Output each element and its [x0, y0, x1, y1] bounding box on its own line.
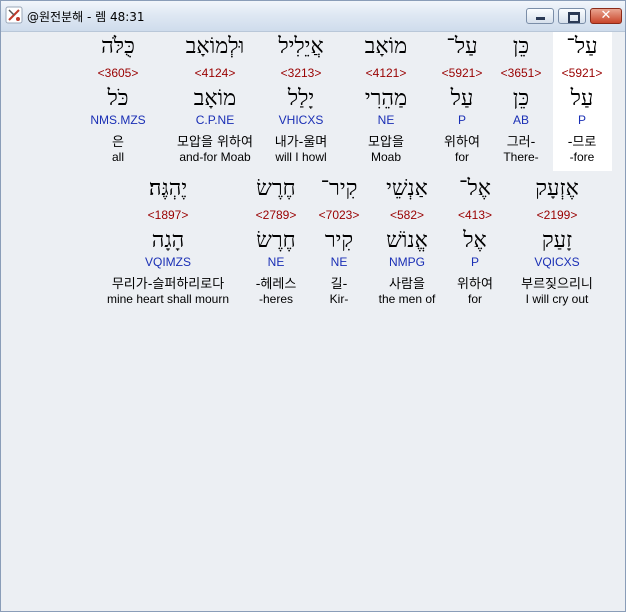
hebrew-word: וּלְמוֹאָב: [185, 34, 245, 59]
english-gloss: and-for Moab: [179, 150, 251, 164]
strong-number[interactable]: <3605>: [77, 66, 159, 80]
strong-number[interactable]: <5921>: [421, 66, 503, 80]
english-gloss: for: [454, 150, 469, 164]
korean-gloss: 내가-울며: [274, 135, 328, 150]
hebrew-word: אֲיֵלִיל: [278, 34, 324, 59]
parsing-code: VHICXS: [278, 113, 324, 127]
english-gloss: all: [111, 150, 124, 164]
parsing-code: VQICXS: [534, 255, 580, 269]
english-gloss: -heres: [258, 292, 293, 306]
strong-number[interactable]: <3213>: [260, 66, 342, 80]
strong-number[interactable]: <2789>: [235, 208, 317, 222]
korean-gloss: 무리가-슬퍼하리로다: [111, 277, 225, 292]
parsing-code: NE: [377, 113, 395, 127]
strong-number[interactable]: <2199>: [511, 208, 603, 222]
korean-gloss: 모압을: [368, 135, 404, 150]
strong-number[interactable]: <4124>: [167, 66, 263, 80]
parsing-code: NMS.MZS: [90, 113, 146, 127]
hebrew-lemma: כֹּל: [107, 86, 129, 111]
hebrew-word: כֻּלֹּה: [101, 34, 135, 59]
korean-gloss: 부르짖으리니: [521, 277, 593, 292]
strong-number[interactable]: <4121>: [345, 66, 427, 80]
parsing-code: VQIMZS: [144, 255, 191, 269]
korean-gloss: 모압을 위하여: [177, 135, 253, 150]
app-icon: [5, 6, 23, 24]
korean-gloss: -헤레스: [255, 277, 297, 292]
hebrew-word: מוֹאָב: [364, 34, 408, 59]
minimize-icon: [536, 17, 545, 20]
hebrew-word: אֶזְעָק: [535, 176, 579, 201]
hebrew-lemma: זָעַק: [541, 228, 573, 253]
title-bar[interactable]: @원전분해 - 렘 48:31 ✕: [1, 1, 625, 32]
hebrew-lemma: מַהֵרִי: [364, 86, 408, 111]
app-window: @원전분해 - 렘 48:31 ✕ עַל־ <5921> עַל P -므로 …: [0, 0, 626, 612]
parsing-code: P: [457, 113, 466, 127]
window-title: @원전분해 - 렘 48:31: [27, 10, 145, 24]
english-gloss: will I howl: [275, 150, 327, 164]
close-button[interactable]: ✕: [590, 8, 622, 24]
hebrew-word: עַל־: [446, 34, 478, 59]
hebrew-word: יֶהְגֶּה׃: [148, 176, 188, 201]
hebrew-lemma: הָגָה: [151, 228, 185, 253]
parsing-code: C.P.NE: [195, 113, 235, 127]
english-gloss: mine heart shall mourn: [106, 292, 230, 306]
english-gloss: I will cry out: [525, 292, 589, 306]
maximize-icon: [568, 12, 580, 23]
hebrew-lemma: חֶרֶשׂ: [256, 228, 296, 253]
maximize-button[interactable]: [558, 8, 586, 24]
minimize-button[interactable]: [526, 8, 554, 24]
korean-gloss: 은: [112, 135, 124, 150]
hebrew-lemma: יָלַל: [287, 86, 315, 111]
interlinear-panel: עַל־ <5921> עַל P -므로 -fore כֵּן <3651> …: [3, 32, 623, 609]
close-icon: ✕: [600, 8, 612, 23]
hebrew-word: חֶרֶשׂ: [256, 176, 296, 201]
hebrew-lemma: עַל: [450, 86, 474, 111]
parsing-code: NE: [267, 255, 285, 269]
english-gloss: Moab: [370, 150, 402, 164]
hebrew-lemma: מוֹאָב: [193, 86, 237, 111]
strong-number[interactable]: <1897>: [93, 208, 243, 222]
korean-gloss: 위하여: [444, 135, 480, 150]
